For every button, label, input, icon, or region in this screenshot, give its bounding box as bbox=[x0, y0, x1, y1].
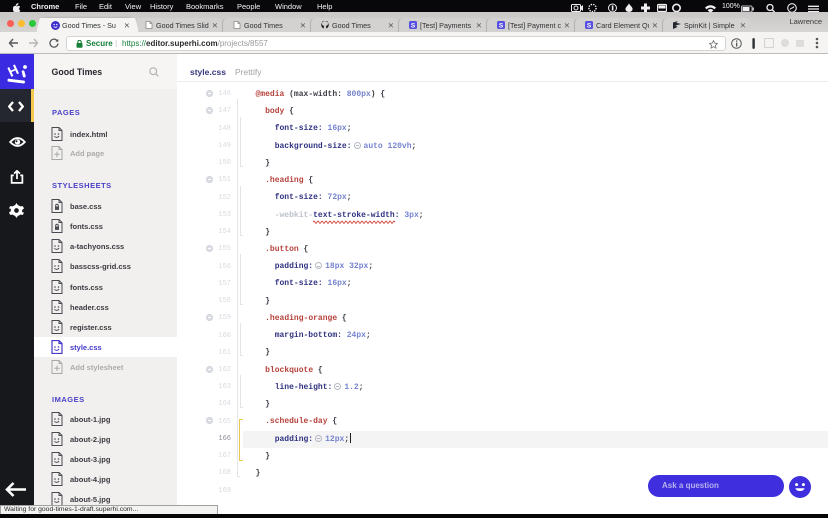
svg-text:S: S bbox=[587, 22, 592, 29]
svg-text:S: S bbox=[411, 22, 416, 29]
svg-text:H: H bbox=[5, 61, 21, 80]
svg-text:S: S bbox=[499, 22, 504, 29]
